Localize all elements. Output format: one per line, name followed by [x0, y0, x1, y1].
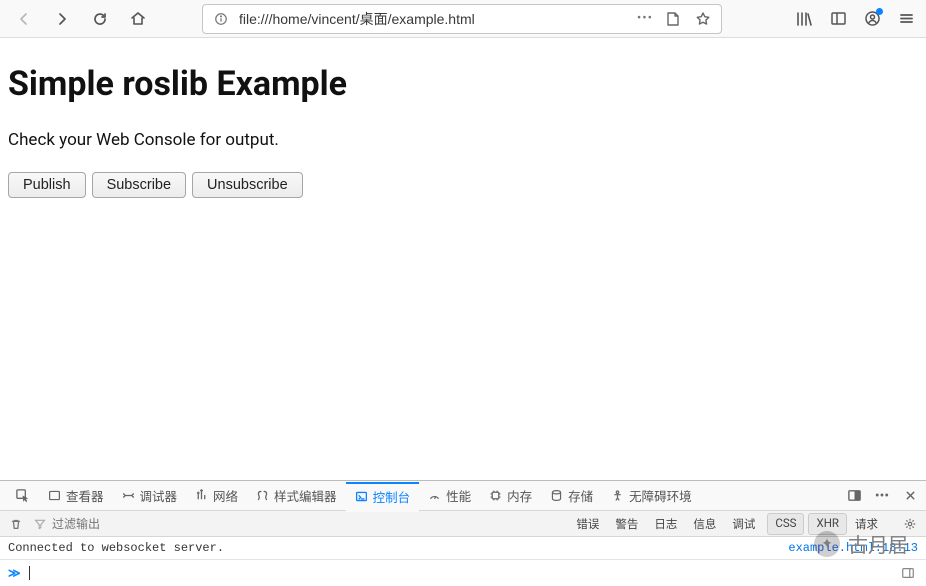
- devtools-more-icon[interactable]: •••: [872, 486, 892, 506]
- tab-styleeditor[interactable]: 样式编辑器: [247, 482, 346, 512]
- filter-debug[interactable]: 调试: [724, 513, 763, 535]
- tab-storage[interactable]: 存储: [541, 482, 602, 512]
- url-bar[interactable]: •••: [202, 4, 722, 34]
- console-prompt-icon: ≫: [8, 566, 21, 581]
- notification-dot-icon: [876, 8, 883, 15]
- console-filter-input[interactable]: [52, 517, 252, 531]
- console-log-message: Connected to websocket server.: [8, 541, 224, 555]
- devtools-tabs: 查看器 调试器 网络 样式编辑器 控制台 性能 内存 存储: [0, 481, 926, 511]
- console-log-row: Connected to websocket server. example.h…: [0, 537, 926, 560]
- console-filter-row: 错误 警告 日志 信息 调试 CSS XHR 请求: [0, 511, 926, 537]
- tab-memory[interactable]: 内存: [480, 482, 541, 512]
- subscribe-button[interactable]: Subscribe: [92, 172, 186, 198]
- filter-icon: [34, 518, 46, 530]
- console-layout-icon[interactable]: [898, 563, 918, 583]
- filter-warn[interactable]: 警告: [607, 513, 646, 535]
- browser-toolbar: •••: [0, 0, 926, 38]
- tab-performance[interactable]: 性能: [419, 482, 480, 512]
- page-content: Simple roslib Example Check your Web Con…: [0, 38, 926, 480]
- publish-button[interactable]: Publish: [8, 172, 86, 198]
- page-actions-icon[interactable]: •••: [637, 11, 653, 26]
- button-row: Publish Subscribe Unsubscribe: [8, 172, 918, 198]
- console-filter-input-wrap: [34, 517, 560, 531]
- console-caret: [29, 566, 30, 580]
- url-right-icons: •••: [637, 9, 713, 29]
- tab-accessibility[interactable]: 无障碍环境: [602, 482, 701, 512]
- tab-styleeditor-label: 样式编辑器: [274, 486, 337, 505]
- reader-view-icon[interactable]: [663, 9, 683, 29]
- toolbar-right: [794, 9, 916, 29]
- home-button[interactable]: [124, 5, 152, 33]
- reload-button[interactable]: [86, 5, 114, 33]
- tab-debugger-label: 调试器: [140, 486, 178, 505]
- devtools-panel: 查看器 调试器 网络 样式编辑器 控制台 性能 内存 存储: [0, 480, 926, 586]
- url-input[interactable]: [239, 11, 629, 27]
- tab-storage-label: 存储: [568, 486, 593, 505]
- watermark-text: 古月居: [848, 529, 908, 558]
- tab-inspector[interactable]: 查看器: [39, 482, 113, 512]
- tab-inspector-label: 查看器: [66, 486, 104, 505]
- tab-network-label: 网络: [213, 486, 238, 505]
- console-input-row[interactable]: ≫: [0, 560, 926, 586]
- tab-debugger[interactable]: 调试器: [113, 482, 187, 512]
- forward-button[interactable]: [48, 5, 76, 33]
- devtools-right-icons: •••: [844, 486, 920, 506]
- menu-icon[interactable]: [896, 9, 916, 29]
- tab-console[interactable]: 控制台: [346, 482, 420, 512]
- tab-console-label: 控制台: [373, 487, 411, 506]
- sidebar-icon[interactable]: [828, 9, 848, 29]
- tab-accessibility-label: 无障碍环境: [629, 486, 692, 505]
- page-heading: Simple roslib Example: [8, 64, 918, 104]
- filter-log[interactable]: 日志: [646, 513, 685, 535]
- bookmark-star-icon[interactable]: [693, 9, 713, 29]
- pick-element-button[interactable]: [6, 482, 39, 512]
- devtools-close-icon[interactable]: [900, 486, 920, 506]
- account-icon[interactable]: [862, 9, 882, 29]
- tab-performance-label: 性能: [446, 486, 471, 505]
- watermark: ✦ 古月居: [814, 529, 908, 558]
- info-icon[interactable]: [211, 9, 231, 29]
- back-button[interactable]: [10, 5, 38, 33]
- watermark-icon: ✦: [814, 531, 840, 557]
- unsubscribe-button[interactable]: Unsubscribe: [192, 172, 303, 198]
- filter-css[interactable]: CSS: [767, 513, 804, 535]
- filter-error[interactable]: 错误: [568, 513, 607, 535]
- page-subtext: Check your Web Console for output.: [8, 130, 918, 150]
- tab-network[interactable]: 网络: [186, 482, 247, 512]
- library-icon[interactable]: [794, 9, 814, 29]
- filter-info[interactable]: 信息: [685, 513, 724, 535]
- tab-memory-label: 内存: [507, 486, 532, 505]
- devtools-dock-icon[interactable]: [844, 486, 864, 506]
- clear-console-icon[interactable]: [6, 514, 26, 534]
